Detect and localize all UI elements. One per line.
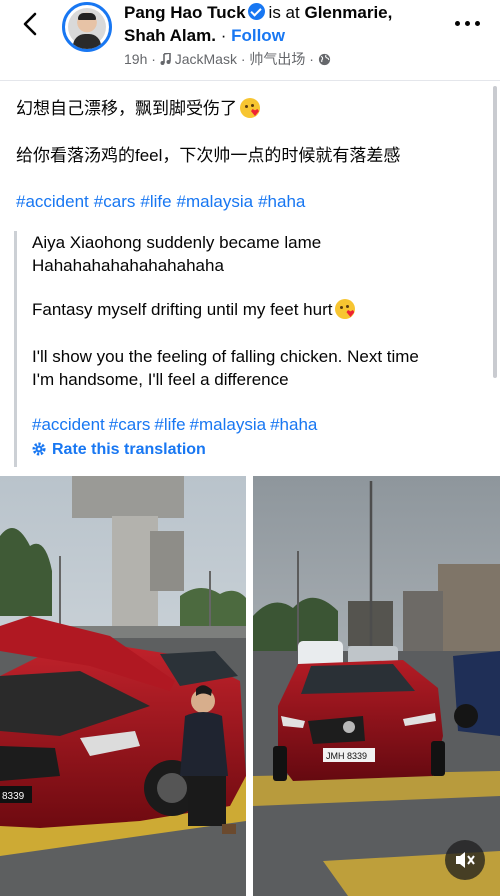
right-plate-text: JMH 8339 — [326, 751, 367, 761]
translation-line-4: I'll show you the feeling of falling chi… — [32, 347, 419, 366]
post-time[interactable]: 19h — [124, 51, 147, 67]
location-line2[interactable]: Shah Alam. — [124, 26, 216, 45]
kiss-emoji-icon — [240, 98, 260, 118]
audience-separator: · — [309, 51, 314, 67]
hashtag-life[interactable]: #life — [154, 415, 185, 434]
avatar[interactable] — [62, 2, 112, 52]
post-hashtags: #accident #cars #life #malaysia #haha — [16, 192, 310, 212]
photo-right[interactable]: JMH 8339 — [253, 476, 500, 896]
rate-translation-button[interactable]: Rate this translation — [32, 441, 206, 459]
translation-line-3-text: Fantasy myself drifting until my feet hu… — [32, 300, 333, 319]
music-note-icon — [160, 53, 171, 65]
translation-line-1: Aiya Xiaohong suddenly became lame — [32, 233, 322, 252]
translation-line-5: I'm handsome, I'll feel a difference — [32, 370, 289, 389]
hashtag-life[interactable]: #life — [140, 192, 171, 211]
post-meta: 19h · JackMask · 帅气出场 · — [124, 49, 331, 69]
title-separator: · — [220, 26, 227, 45]
post-header: Pang Hao Tuck is at Glenmarie, Shah Alam.… — [0, 0, 500, 78]
mute-speaker-icon — [456, 852, 475, 868]
rate-translation-label: Rate this translation — [52, 441, 206, 458]
hashtag-cars[interactable]: #cars — [109, 415, 151, 434]
globe-icon — [318, 53, 330, 66]
is-at-text: is at — [268, 3, 300, 22]
verified-badge-icon — [247, 3, 265, 20]
left-plate-text: 8339 — [2, 791, 25, 802]
hashtag-malaysia[interactable]: #malaysia — [177, 192, 254, 211]
translation-hashtags: #accident #cars #life #malaysia #haha — [32, 415, 321, 435]
post-title: Pang Hao Tuck is at Glenmarie, Shah Alam.… — [124, 1, 444, 47]
translation-line-2: Hahahahahahahahahaha — [32, 256, 224, 275]
post-line-2: 给你看落汤鸡的feel，下次帅一点的时候就有落差感 — [16, 146, 401, 165]
author-name[interactable]: Pang Hao Tuck — [124, 3, 246, 22]
mute-button[interactable] — [445, 840, 485, 880]
hashtag-haha[interactable]: #haha — [258, 192, 305, 211]
header-divider — [0, 80, 500, 81]
kiss-emoji-icon — [335, 299, 356, 319]
hashtag-malaysia[interactable]: #malaysia — [190, 415, 267, 434]
translation-line-3: Fantasy myself drifting until my feet hu… — [32, 298, 356, 321]
post-line-1: 幻想自己漂移，飘到脚受伤了 — [16, 98, 260, 120]
gear-icon — [32, 442, 46, 456]
scrollbar[interactable] — [493, 86, 497, 378]
translation-block: Aiya Xiaohong suddenly became lame Hahah… — [14, 231, 486, 467]
location-line1[interactable]: Glenmarie, — [304, 3, 392, 22]
hashtag-cars[interactable]: #cars — [94, 192, 136, 211]
follow-button[interactable]: Follow — [231, 26, 285, 45]
hashtag-accident[interactable]: #accident — [32, 415, 105, 434]
hashtag-accident[interactable]: #accident — [16, 192, 89, 211]
post-line-1-text: 幻想自己漂移，飘到脚受伤了 — [16, 99, 237, 118]
meta-separator: · — [151, 51, 156, 67]
music-track[interactable]: JackMask · 帅气出场 — [175, 51, 306, 67]
more-dots-icon[interactable] — [455, 16, 483, 30]
photo-left[interactable]: 8339 — [0, 476, 246, 896]
hashtag-haha[interactable]: #haha — [270, 415, 317, 434]
back-arrow-icon[interactable] — [18, 10, 46, 38]
